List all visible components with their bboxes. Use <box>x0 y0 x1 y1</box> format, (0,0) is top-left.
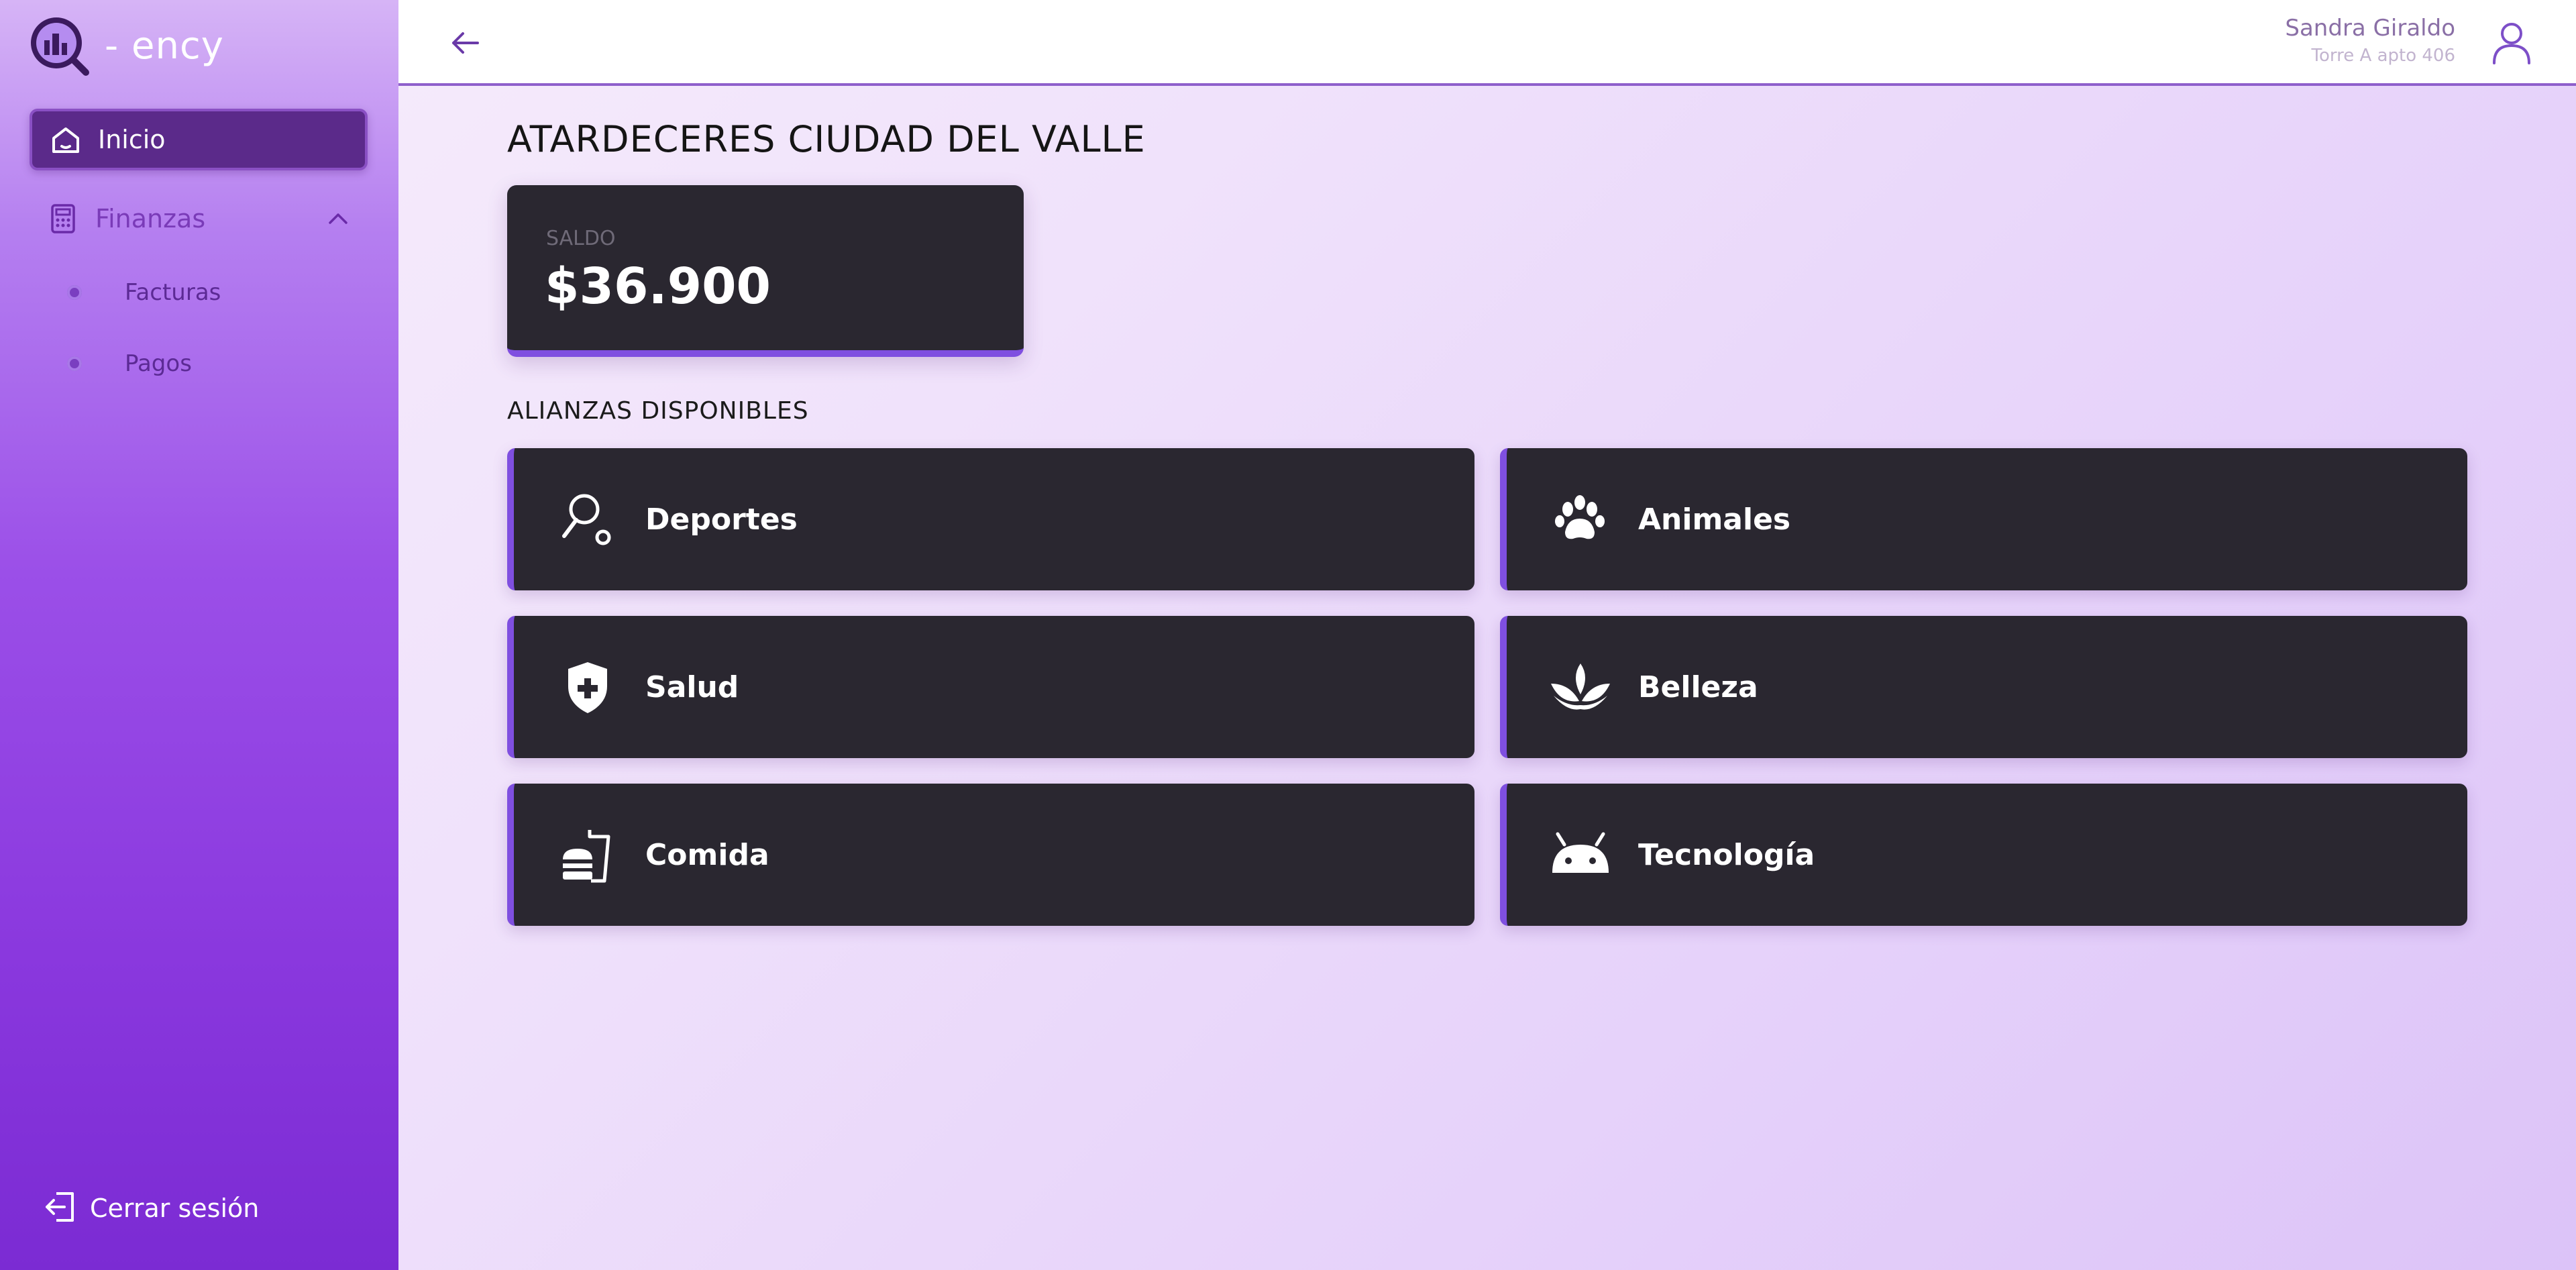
balance-card: SALDO $36.900 <box>507 185 1024 357</box>
back-button[interactable] <box>445 23 486 63</box>
logout-label: Cerrar sesión <box>90 1194 260 1223</box>
alliance-label: Salud <box>645 670 739 704</box>
alliance-card-comida[interactable]: Comida <box>507 784 1474 926</box>
lotus-icon <box>1547 653 1614 721</box>
android-icon <box>1547 821 1614 888</box>
top-header: Sandra Giraldo Torre A apto 406 <box>398 0 2576 86</box>
paw-icon <box>1547 486 1614 553</box>
sidebar-subitem-label: Pagos <box>125 350 192 377</box>
section-label: ALIANZAS DISPONIBLES <box>507 397 809 425</box>
balance-value: $36.900 <box>545 258 771 315</box>
logout-icon <box>43 1189 78 1227</box>
alliance-card-tecnologia[interactable]: Tecnología <box>1500 784 2467 926</box>
sidebar-item-label: Inicio <box>98 125 166 154</box>
bullet-icon <box>67 356 82 371</box>
brand-logo-icon <box>27 13 91 78</box>
alliance-label: Animales <box>1638 502 1791 537</box>
alliance-card-deportes[interactable]: Deportes <box>507 448 1474 590</box>
user-name: Sandra Giraldo <box>2285 15 2455 42</box>
sidebar-subitem-label: Facturas <box>125 279 221 306</box>
balance-label: SALDO <box>546 227 616 250</box>
chevron-up-icon[interactable] <box>325 205 352 232</box>
brand[interactable]: - ency <box>27 12 224 79</box>
sidebar: - ency Inicio Finanzas Facturas Pagos Ce… <box>0 0 398 1270</box>
sidebar-subitem-facturas[interactable]: Facturas <box>67 272 221 313</box>
sidebar-item-finanzas[interactable]: Finanzas <box>30 188 368 250</box>
alliance-label: Belleza <box>1638 670 1758 704</box>
bullet-icon <box>67 285 82 300</box>
logout-button[interactable]: Cerrar sesión <box>43 1185 259 1232</box>
alliance-card-animales[interactable]: Animales <box>1500 448 2467 590</box>
alliance-label: Deportes <box>645 502 798 537</box>
sidebar-subitem-pagos[interactable]: Pagos <box>67 343 192 384</box>
alliance-label: Tecnología <box>1638 837 1815 872</box>
page-title: ATARDECERES CIUDAD DEL VALLE <box>507 118 1146 160</box>
avatar[interactable] <box>2487 19 2536 67</box>
brand-name: - ency <box>105 23 224 68</box>
calculator-icon <box>46 201 80 236</box>
shield-plus-icon <box>554 653 621 721</box>
user-icon <box>2487 23 2536 70</box>
arrow-left-icon <box>445 32 486 66</box>
sidebar-item-inicio[interactable]: Inicio <box>30 109 368 170</box>
alliance-card-belleza[interactable]: Belleza <box>1500 616 2467 758</box>
user-unit: Torre A apto 406 <box>2311 46 2455 66</box>
sidebar-item-label: Finanzas <box>95 204 206 233</box>
alliance-label: Comida <box>645 837 769 872</box>
home-icon <box>48 122 83 157</box>
alliance-card-salud[interactable]: Salud <box>507 616 1474 758</box>
user-info[interactable]: Sandra Giraldo Torre A apto 406 <box>2285 15 2455 66</box>
racket-icon <box>554 486 621 553</box>
fastfood-icon <box>554 821 621 888</box>
